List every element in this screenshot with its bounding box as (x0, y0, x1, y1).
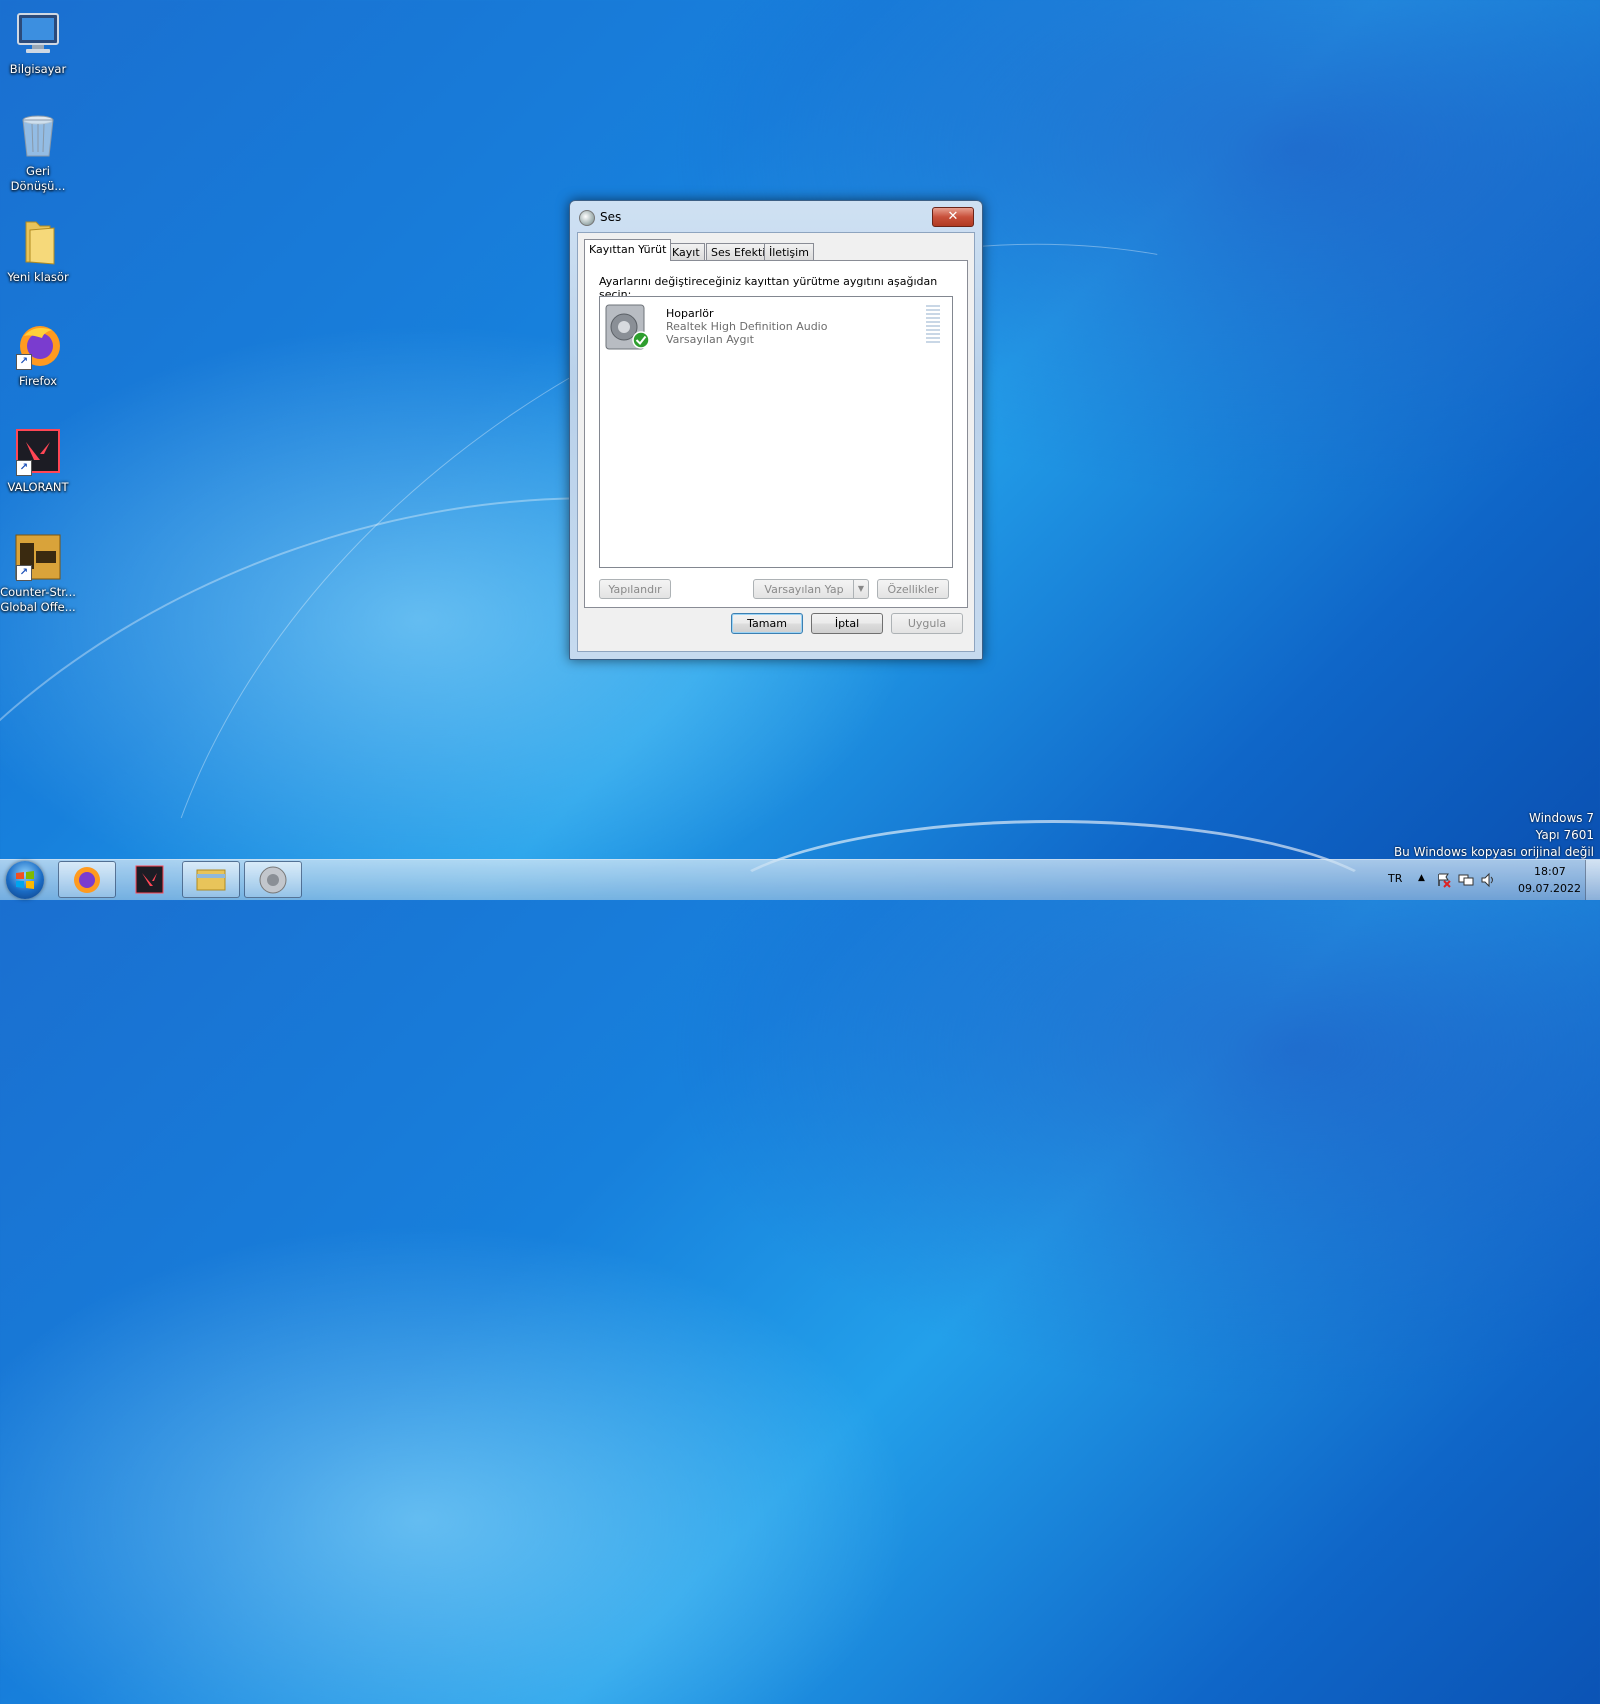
dialog-title: Ses (600, 210, 622, 224)
set-default-button[interactable]: Varsayılan Yap ▼ (753, 579, 869, 599)
desktop-icon-label: Bilgisayar (9, 62, 67, 76)
folder-icon (14, 218, 62, 266)
firefox-icon: ↗ (14, 322, 62, 370)
ok-button[interactable]: Tamam (731, 613, 803, 634)
playback-panel: Ayarlarını değiştireceğiniz kayıttan yür… (584, 260, 968, 608)
tray-overflow-icon[interactable]: ▲ (1418, 873, 1425, 883)
device-list[interactable]: Hoparlör Realtek High Definition Audio V… (599, 296, 953, 568)
desktop-icon-firefox[interactable]: ↗ Firefox (0, 322, 76, 389)
cancel-button[interactable]: İptal (811, 613, 883, 634)
language-indicator[interactable]: TR (1388, 872, 1402, 885)
tab-recording[interactable]: Kayıt (667, 243, 705, 261)
folder-icon (196, 869, 226, 891)
desktop-icon-label: VALORANT (7, 480, 69, 494)
list-item[interactable]: Hoparlör Realtek High Definition Audio V… (602, 301, 950, 355)
tab-playback[interactable]: Kayıttan Yürüt (584, 239, 672, 261)
valorant-icon (135, 865, 164, 894)
desktop-icon-computer[interactable]: Bilgisayar (0, 10, 76, 77)
shortcut-arrow-icon: ↗ (16, 354, 32, 370)
desktop-icon-label: Dönüşü... (10, 179, 66, 193)
speaker-device-icon (604, 303, 650, 350)
tab-communications[interactable]: İletişim (764, 243, 814, 261)
apply-button[interactable]: Uygula (891, 613, 963, 634)
action-center-icon[interactable] (1436, 872, 1452, 888)
sound-dialog: Ses ✕ Kayıttan Yürüt Kayıt Ses Efekti İl… (569, 200, 983, 660)
recycle-bin-icon (14, 112, 62, 160)
dialog-client-area: Kayıttan Yürüt Kayıt Ses Efekti İletişim… (577, 232, 975, 652)
desktop-icon-label: Counter-Str... (0, 585, 76, 599)
clock-time[interactable]: 18:07 (1534, 865, 1566, 878)
taskbar-valorant[interactable] (120, 861, 178, 898)
computer-icon (14, 10, 62, 58)
close-button[interactable]: ✕ (932, 207, 974, 227)
shortcut-arrow-icon: ↗ (16, 460, 32, 476)
windows-logo-icon (16, 871, 34, 889)
watermark-line: Windows 7 (1528, 811, 1594, 825)
title-bar[interactable]: Ses ✕ (570, 201, 982, 231)
desktop-icon-recycle-bin[interactable]: Geri Dönüşü... (0, 112, 76, 194)
desktop-icon-new-folder[interactable]: Yeni klasör (0, 218, 76, 285)
desktop-icon-csgo[interactable]: ↗ Counter-Str... Global Offe... (0, 533, 76, 615)
chevron-down-icon[interactable]: ▼ (853, 580, 868, 598)
set-default-label: Varsayılan Yap (764, 583, 844, 596)
shortcut-arrow-icon: ↗ (16, 565, 32, 581)
device-name: Hoparlör (666, 307, 714, 320)
taskbar: TR ▲ 18:07 09.07.2022 (0, 859, 1600, 900)
desktop-icon-label: Global Offe... (0, 600, 76, 614)
tab-sound-effects[interactable]: Ses Efekti (706, 243, 771, 261)
desktop-icon-label: Firefox (18, 374, 58, 388)
clock-date[interactable]: 09.07.2022 (1518, 882, 1581, 895)
firefox-icon (74, 867, 100, 893)
desktop-icon-label: Yeni klasör (7, 270, 69, 284)
properties-button[interactable]: Özellikler (877, 579, 949, 599)
desktop-icon-label: Geri (26, 164, 50, 178)
valorant-icon: ↗ (14, 428, 62, 476)
default-check-icon (632, 331, 650, 349)
volume-icon[interactable] (1480, 872, 1496, 888)
network-icon[interactable] (1458, 872, 1474, 888)
speaker-icon (579, 210, 595, 226)
show-desktop-button[interactable] (1585, 860, 1600, 900)
start-button[interactable] (6, 861, 44, 899)
watermark-line: Yapı 7601 (1535, 828, 1594, 842)
device-status: Varsayılan Aygıt (666, 333, 754, 346)
taskbar-explorer[interactable] (182, 861, 240, 898)
taskbar-firefox[interactable] (58, 861, 116, 898)
device-driver: Realtek High Definition Audio (666, 320, 828, 333)
volume-meter (926, 305, 940, 347)
taskbar-sound[interactable] (244, 861, 302, 898)
desktop-icon-valorant[interactable]: ↗ VALORANT (0, 428, 76, 495)
configure-button[interactable]: Yapılandır (599, 579, 671, 599)
windows-watermark: Windows 7 Yapı 7601 Bu Windows kopyası o… (1394, 810, 1594, 861)
speaker-icon (259, 866, 287, 894)
csgo-icon: ↗ (14, 533, 62, 581)
wallpaper-swoosh (700, 820, 1406, 1026)
